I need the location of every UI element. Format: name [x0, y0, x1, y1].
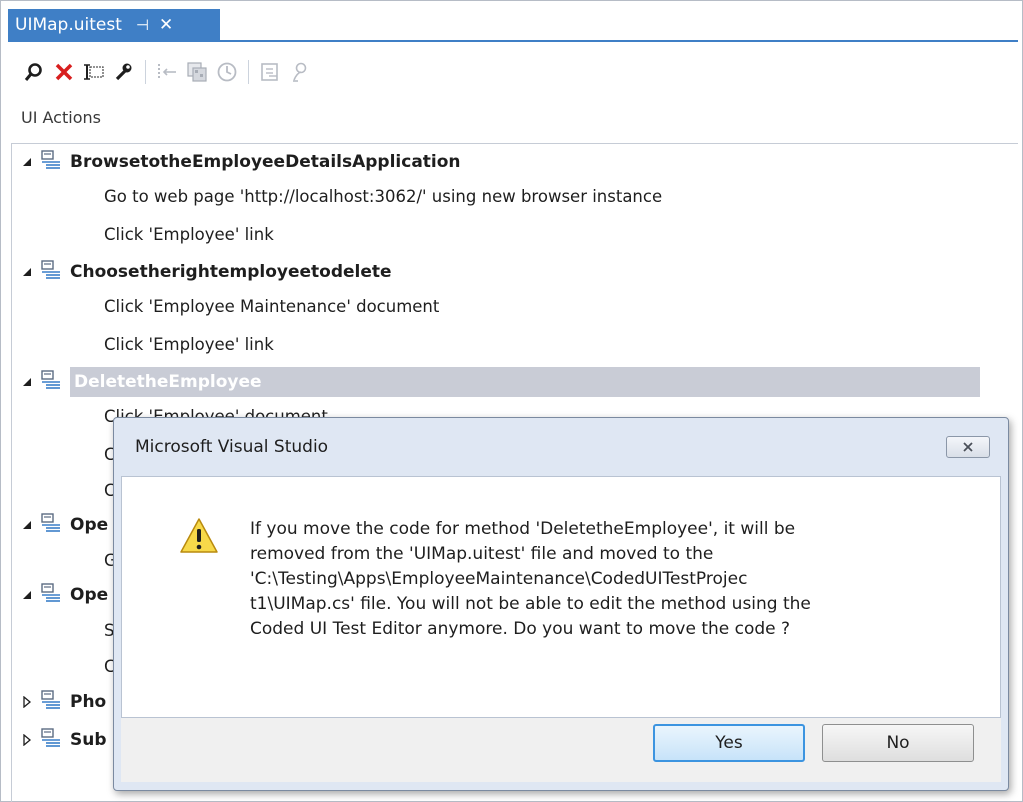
method-label: Sub: [70, 730, 107, 750]
delete-icon[interactable]: [51, 59, 77, 85]
toolbar-separator: [248, 60, 249, 84]
method-icon: [40, 149, 62, 175]
close-icon[interactable]: ✕: [159, 15, 173, 35]
move-code-icon[interactable]: [257, 59, 283, 85]
action-item[interactable]: Go to web page 'http://localhost:3062/' …: [104, 182, 662, 212]
collapsed-arrow-icon[interactable]: [20, 734, 34, 746]
expanded-arrow-icon[interactable]: [20, 377, 34, 387]
dialog-title: Microsoft Visual Studio: [135, 437, 329, 457]
tree-method-node[interactable]: Choosetherightemployeetodelete: [20, 257, 392, 287]
tree-method-node[interactable]: Pho: [20, 687, 106, 717]
tab-underline: [8, 40, 1018, 42]
method-label: Ope: [70, 515, 109, 535]
no-button[interactable]: No: [822, 724, 974, 762]
tab-title: UIMap.uitest: [15, 14, 122, 35]
tree-method-node[interactable]: BrowsetotheEmployeeDetailsApplication: [20, 147, 461, 177]
properties-icon[interactable]: [111, 59, 137, 85]
rename-icon[interactable]: [81, 59, 107, 85]
ui-actions-label: UI Actions: [21, 108, 101, 127]
method-icon: [40, 512, 62, 538]
method-icon: [40, 259, 62, 285]
method-label: Choosetherightemployeetodelete: [70, 262, 392, 282]
tree-method-node[interactable]: Ope: [20, 580, 108, 610]
method-icon: [40, 369, 62, 395]
collapsed-arrow-icon[interactable]: [20, 696, 34, 708]
warning-icon: [179, 517, 219, 560]
method-icon: [40, 727, 62, 753]
action-item[interactable]: Click 'Employee' link: [104, 220, 274, 250]
method-label: Ope: [70, 585, 109, 605]
yes-button[interactable]: Yes: [653, 724, 805, 762]
dialog-close-button[interactable]: [946, 436, 990, 458]
split-icon[interactable]: [154, 59, 180, 85]
expanded-arrow-icon[interactable]: [20, 590, 34, 600]
pin-icon[interactable]: ⊣: [136, 16, 149, 34]
close-icon: [963, 442, 973, 452]
move-code-dialog: Microsoft Visual Studio If you move the …: [113, 417, 1009, 791]
method-label: Pho: [70, 692, 107, 712]
expanded-arrow-icon[interactable]: [20, 520, 34, 530]
tree-method-node[interactable]: Sub: [20, 725, 107, 755]
toolbar-separator: [145, 60, 146, 84]
editor-toolbar: [21, 57, 317, 87]
method-label: BrowsetotheEmployeeDetailsApplication: [70, 152, 461, 172]
expanded-arrow-icon[interactable]: [20, 157, 34, 167]
find-icon[interactable]: [21, 59, 47, 85]
method-icon: [40, 582, 62, 608]
locate-icon[interactable]: [287, 59, 313, 85]
selection-highlight: DeletetheEmployee: [70, 367, 980, 397]
delay-icon[interactable]: [214, 59, 240, 85]
tree-method-node[interactable]: Ope: [20, 510, 108, 540]
dialog-body: If you move the code for method 'Deletet…: [121, 476, 1001, 718]
tree-method-node-selected[interactable]: DeletetheEmployee: [20, 367, 980, 397]
expanded-arrow-icon[interactable]: [20, 267, 34, 277]
method-label: DeletetheEmployee: [74, 372, 262, 392]
dialog-message: If you move the code for method 'Deletet…: [250, 519, 811, 639]
action-item[interactable]: Click 'Employee Maintenance' document: [104, 292, 439, 322]
method-icon: [40, 689, 62, 715]
action-item[interactable]: Click 'Employee' link: [104, 330, 274, 360]
insert-step-icon[interactable]: [184, 59, 210, 85]
document-tab[interactable]: UIMap.uitest ⊣ ✕: [8, 9, 220, 40]
